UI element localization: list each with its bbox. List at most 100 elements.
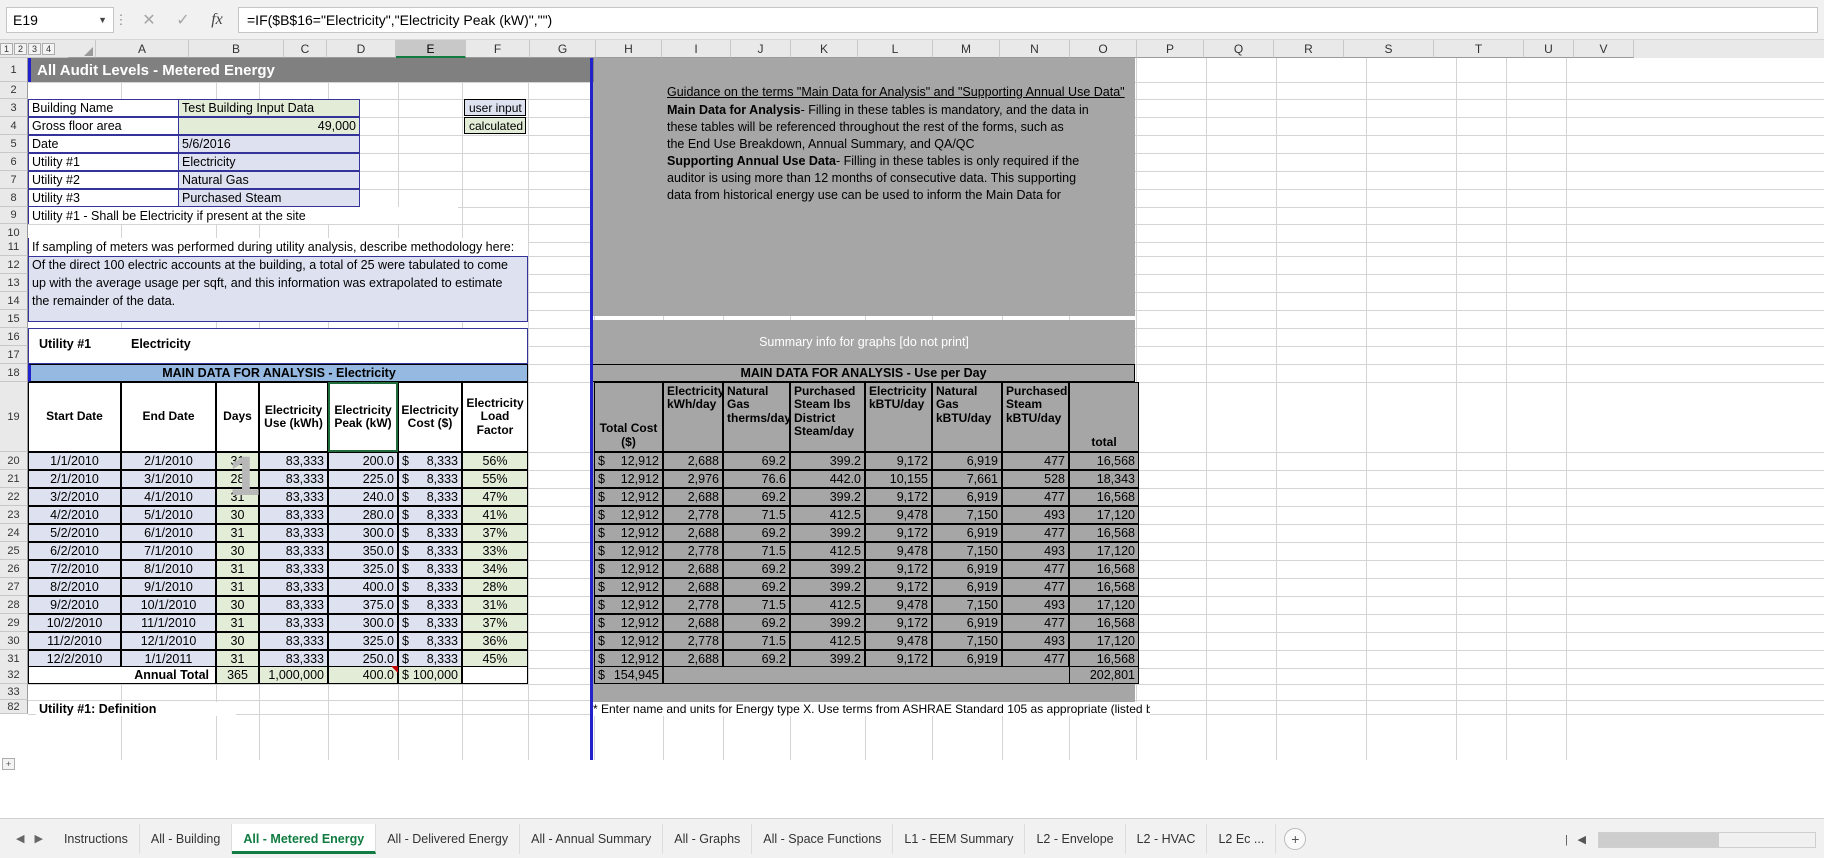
left-start-date[interactable]: 1/1/2010 [28,452,121,470]
row-header-22[interactable]: 22 [0,488,28,506]
left-use[interactable]: 83,333 [259,452,328,470]
row-header-19[interactable]: 19 [0,382,28,452]
sheet-tab-l2-hvac[interactable]: L2 - HVAC [1126,823,1208,854]
column-header-d[interactable]: D [327,40,396,58]
left-peak[interactable]: 350.0 [328,542,398,560]
column-header-f[interactable]: F [466,40,530,58]
sheet-tab-bar[interactable]: ◀ ▶ Instructions All - Building All - Mete… [0,818,1824,858]
left-use[interactable]: 83,333 [259,578,328,596]
column-header-e[interactable]: E [396,40,466,58]
row-header-17[interactable]: 17 [0,346,28,364]
row-header-7[interactable]: 7 [0,171,28,189]
left-start-date[interactable]: 7/2/2010 [28,560,121,578]
column-header-u[interactable]: U [1524,40,1574,58]
left-start-date[interactable]: 9/2/2010 [28,596,121,614]
row-header-11[interactable]: 11 [0,238,28,256]
left-cost[interactable]: $8,333 [398,560,462,578]
left-cost[interactable]: $8,333 [398,596,462,614]
column-header-r[interactable]: R [1274,40,1344,58]
left-peak[interactable]: 375.0 [328,596,398,614]
row-header-13[interactable]: 13 [0,274,28,292]
row-header-21[interactable]: 21 [0,470,28,488]
name-box[interactable]: E19 ▼ [6,6,114,33]
left-peak[interactable]: 400.0 [328,578,398,596]
row-header-9[interactable]: 9 [0,207,28,224]
row-header-3[interactable]: 3 [0,99,28,117]
row-header-5[interactable]: 5 [0,135,28,153]
left-cost[interactable]: $8,333 [398,488,462,506]
info-value-3[interactable]: Electricity [178,153,360,171]
left-peak[interactable]: 240.0 [328,488,398,506]
row-header-8[interactable]: 8 [0,189,28,207]
select-all-corner[interactable] [68,40,96,58]
left-end-date[interactable]: 6/1/2010 [121,524,216,542]
row-header-25[interactable]: 25 [0,542,28,560]
left-use[interactable]: 83,333 [259,542,328,560]
row-header-27[interactable]: 27 [0,578,28,596]
sheet-tab-l1-eem-summary[interactable]: L1 - EEM Summary [893,823,1026,854]
outline-level-3[interactable]: 3 [28,42,41,55]
left-peak[interactable]: 280.0 [328,506,398,524]
first-sheet-icon[interactable]: ◀ [16,832,24,845]
column-header-v[interactable]: V [1574,40,1634,58]
sheet-tab-all-annual-summary[interactable]: All - Annual Summary [520,823,664,854]
outline-level-4[interactable]: 4 [42,42,55,55]
scrollbar-thumb[interactable] [1599,833,1719,847]
column-header-a[interactable]: A [96,40,189,58]
outline-level-buttons[interactable]: 1234 [0,40,68,58]
chevron-down-icon[interactable]: ▼ [98,15,107,25]
row-header-1[interactable]: 1 [0,58,28,82]
row-header-4[interactable]: 4 [0,117,28,135]
info-value-2[interactable]: 5/6/2016 [178,135,360,153]
next-sheet-icon[interactable]: ▶ [34,832,42,845]
column-header-b[interactable]: B [189,40,284,58]
column-header-h[interactable]: H [596,40,662,58]
row-header-23[interactable]: 23 [0,506,28,524]
fx-icon[interactable]: fx [208,11,226,29]
sheet-tab-all-metered-energy[interactable]: All - Metered Energy [232,823,377,854]
left-cost[interactable]: $8,333 [398,542,462,560]
left-peak[interactable]: 300.0 [328,524,398,542]
outline-level-1[interactable]: 1 [0,42,13,55]
add-sheet-button[interactable]: + [1284,827,1307,850]
formula-input[interactable]: =IF($B$16="Electricity","Electricity Pea… [238,6,1818,33]
left-cost[interactable]: $8,333 [398,578,462,596]
left-end-date[interactable]: 2/1/2010 [121,452,216,470]
left-use[interactable]: 83,333 [259,488,328,506]
left-start-date[interactable]: 6/2/2010 [28,542,121,560]
left-peak[interactable]: 325.0 [328,560,398,578]
left-start-date[interactable]: 2/1/2010 [28,470,121,488]
left-cost[interactable]: $8,333 [398,524,462,542]
sheet-tab-all-building[interactable]: All - Building [140,823,233,854]
scroll-left-icon[interactable]: ◀ [1578,833,1586,846]
row-header-32[interactable]: 32 [0,666,28,684]
left-cost[interactable]: $8,333 [398,470,462,488]
info-value-0[interactable]: Test Building Input Data [178,99,360,117]
row-header-14[interactable]: 14 [0,292,28,310]
row-header-20[interactable]: 20 [0,452,28,470]
column-header-q[interactable]: Q [1204,40,1274,58]
left-peak[interactable]: 325.0 [328,632,398,650]
row-header-15[interactable]: 15 [0,310,28,328]
column-header-l[interactable]: L [858,40,933,58]
sheet-tab-l2-envelope[interactable]: L2 - Envelope [1025,823,1126,854]
left-peak[interactable]: 200.0 [328,452,398,470]
row-header-18[interactable]: 18 [0,364,28,382]
sheet-tab-all-space-functions[interactable]: All - Space Functions [752,823,894,854]
outline-level-2[interactable]: 2 [14,42,27,55]
horizontal-scrollbar[interactable] [1598,832,1816,848]
row-header-16[interactable]: 16 [0,328,28,346]
row-header-2[interactable]: 2 [0,82,28,99]
row-header-6[interactable]: 6 [0,153,28,171]
row-header-26[interactable]: 26 [0,560,28,578]
column-header-k[interactable]: K [791,40,858,58]
row-header-30[interactable]: 30 [0,632,28,650]
row-header-82[interactable]: 82 [0,700,28,714]
column-header-j[interactable]: J [731,40,791,58]
row-header-29[interactable]: 29 [0,614,28,632]
close-icon[interactable]: ✕ [140,10,158,30]
left-use[interactable]: 83,333 [259,560,328,578]
column-header-t[interactable]: T [1434,40,1524,58]
row-header-28[interactable]: 28 [0,596,28,614]
left-end-date[interactable]: 3/1/2010 [121,470,216,488]
